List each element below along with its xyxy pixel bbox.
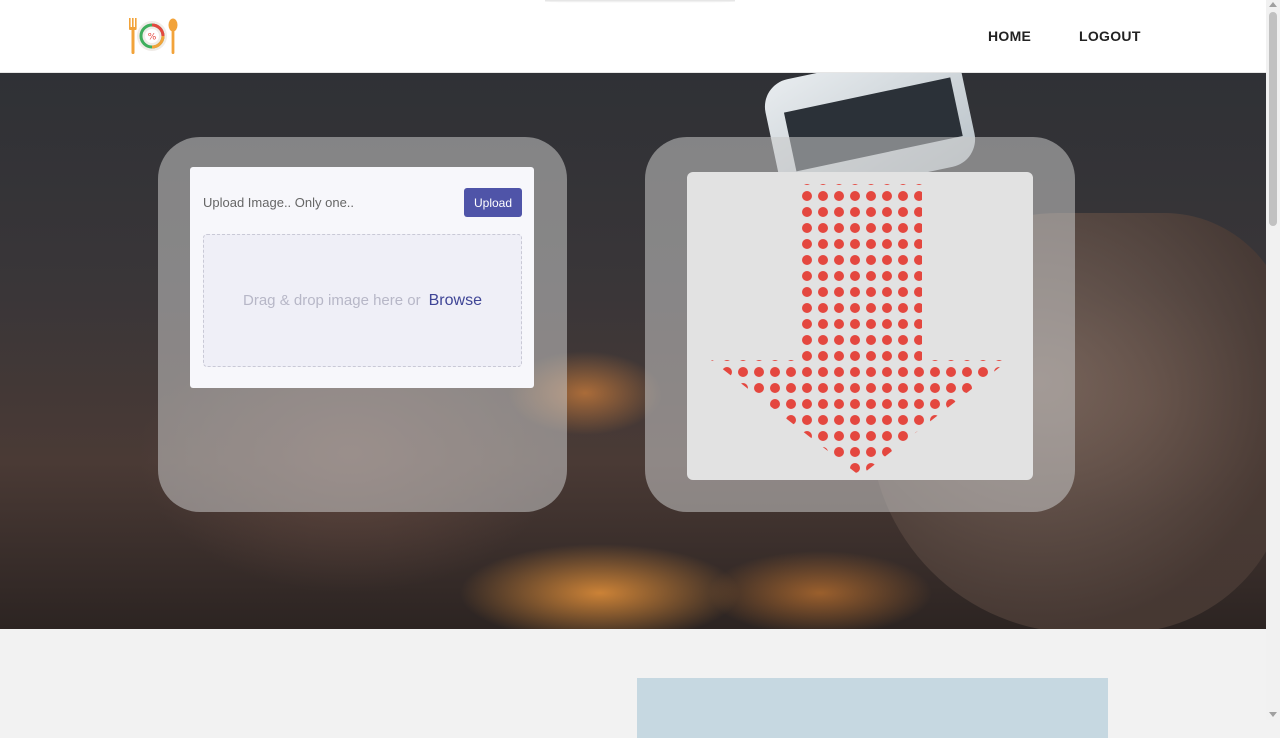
- down-arrow-dotted-icon: [711, 184, 1009, 476]
- scroll-up-arrow-icon[interactable]: [1269, 2, 1277, 7]
- upload-label: Upload Image.. Only one..: [203, 195, 355, 210]
- upload-button[interactable]: Upload: [464, 188, 522, 217]
- nav-home-link[interactable]: HOME: [988, 28, 1031, 44]
- scroll-thumb[interactable]: [1269, 12, 1277, 226]
- svg-text:%: %: [148, 33, 157, 43]
- browse-link[interactable]: Browse: [429, 292, 482, 310]
- dropzone-text: Drag & drop image here or: [243, 292, 421, 309]
- plate-fork-spoon-logo-icon[interactable]: %: [126, 16, 180, 56]
- top-header: % HOME LOGOUT: [0, 0, 1266, 73]
- nav-logout-link[interactable]: LOGOUT: [1079, 28, 1141, 44]
- upload-card: Upload Image.. Only one.. Upload Drag & …: [190, 167, 534, 388]
- content-section-block: [637, 678, 1108, 738]
- header-shadow: [545, 0, 735, 3]
- page-scrollbar[interactable]: [1266, 0, 1280, 720]
- scroll-down-arrow-icon[interactable]: [1269, 712, 1277, 717]
- image-dropzone[interactable]: Drag & drop image here or Browse: [203, 234, 522, 367]
- result-image-box: [687, 172, 1033, 480]
